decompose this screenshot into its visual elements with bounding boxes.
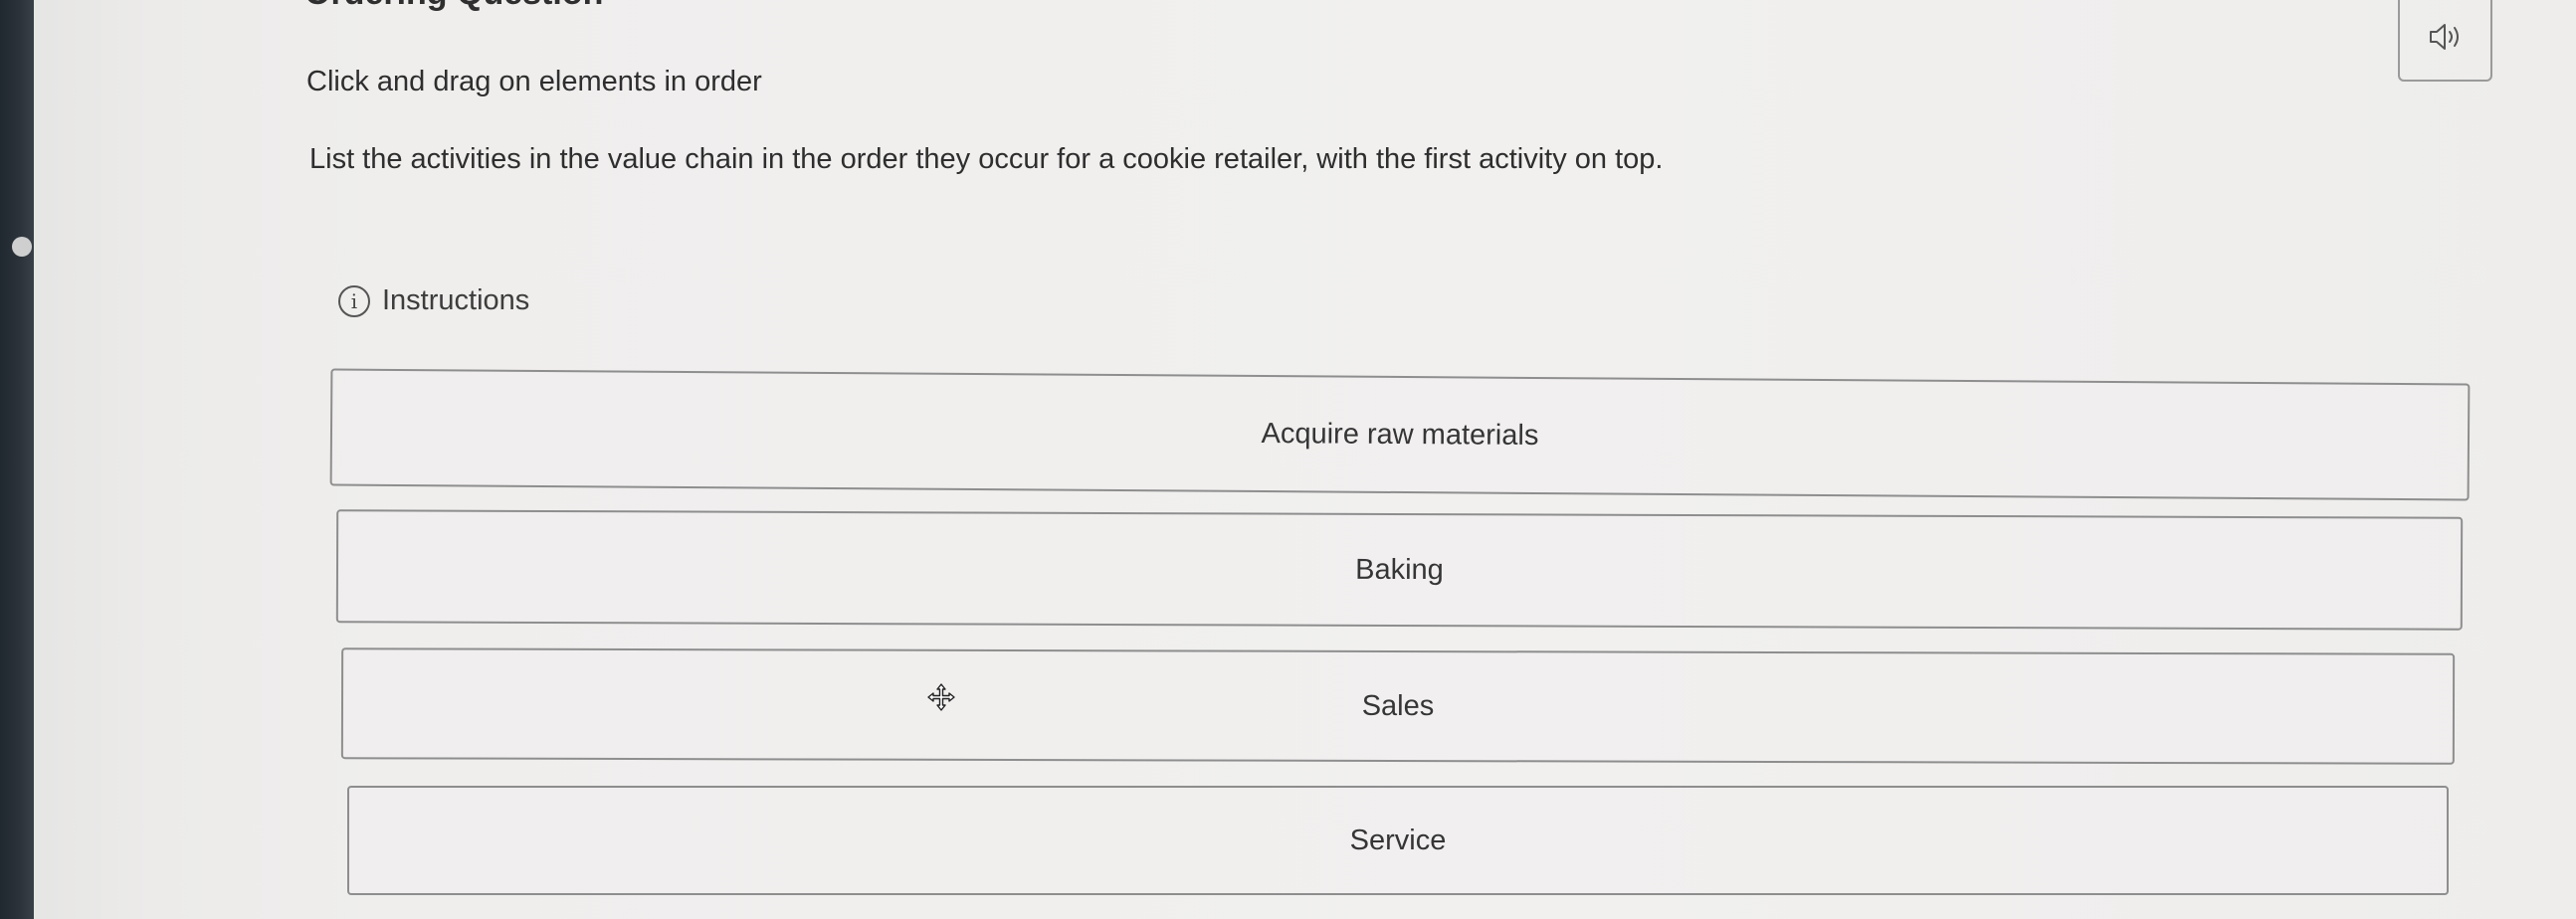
info-icon: i [338,284,370,317]
question-text: List the activities in the value chain i… [309,143,1664,175]
page-title: Ordering Question [304,0,603,13]
ordering-item[interactable]: Acquire raw materials [329,368,2471,501]
ordering-item[interactable]: Sales [340,647,2456,765]
instructions-label: Instructions [382,284,530,316]
ordering-item[interactable]: Baking [335,509,2464,631]
ordering-item-label: Acquire raw materials [1261,417,1539,452]
move-cursor-icon [927,683,955,711]
speaker-icon [2429,24,2459,50]
read-aloud-button[interactable] [2398,0,2492,82]
ordering-item-label: Service [1349,824,1447,856]
ordering-item-label: Baking [1355,553,1444,586]
page-scroll-marker [12,237,32,257]
instructions-toggle[interactable]: i Instructions [338,284,529,317]
ordering-item[interactable]: Service [347,786,2449,895]
screen-left-edge [0,0,34,919]
prompt-label: Click and drag on elements in order [306,66,762,97]
ordering-item-label: Sales [1361,689,1435,722]
